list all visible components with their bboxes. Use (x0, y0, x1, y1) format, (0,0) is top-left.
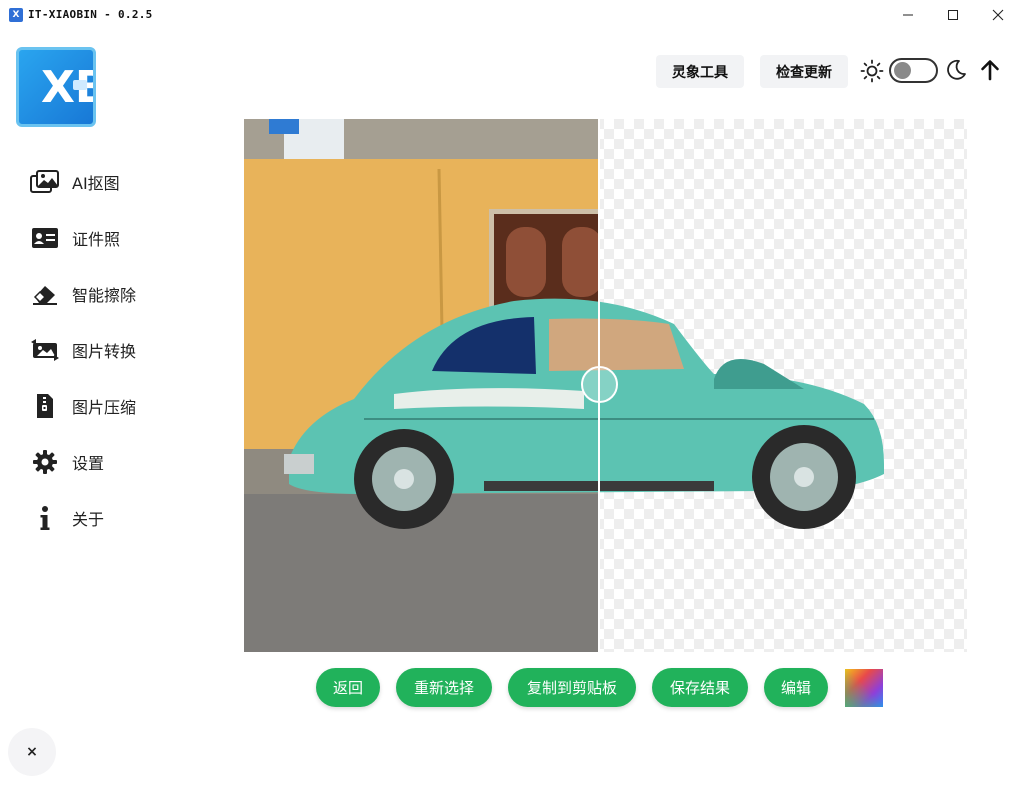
original-photo (244, 119, 599, 652)
compare-slider-handle[interactable] (581, 366, 618, 403)
sidebar-item-smart-erase[interactable]: 智能擦除 (28, 274, 198, 314)
sidebar-item-label: 图片转换 (72, 342, 137, 361)
close-window-button[interactable] (975, 0, 1021, 30)
minimize-button[interactable] (885, 0, 931, 30)
sidebar-item-ai-cutout[interactable]: AI抠图 (28, 162, 198, 202)
gear-icon (28, 447, 62, 477)
sidebar-item-image-convert[interactable]: 图片转换 (28, 330, 198, 370)
lingxiang-tools-button[interactable]: 灵象工具 (656, 55, 744, 88)
reselect-button[interactable]: 重新选择 (396, 668, 492, 707)
original-image (244, 119, 599, 652)
logo-letter: XB (41, 62, 93, 113)
background-color-picker[interactable] (845, 669, 883, 707)
app-logo: XB (16, 47, 96, 127)
save-result-button[interactable]: 保存结果 (652, 668, 748, 707)
eraser-icon (28, 279, 62, 309)
window-title: IT-XIAOBIN - 0.2.5 (28, 8, 153, 21)
logo-mark-right (73, 80, 87, 90)
minimize-icon (903, 14, 913, 16)
sidebar-item-image-compress[interactable]: 图片压缩 (28, 386, 198, 426)
sidebar-item-label: AI抠图 (72, 174, 120, 193)
sidebar-item-label: 关于 (72, 510, 105, 529)
sidebar-item-id-photo[interactable]: 证件照 (28, 218, 198, 258)
copy-to-clipboard-button[interactable]: 复制到剪贴板 (508, 668, 636, 707)
theme-toggle[interactable] (889, 58, 938, 83)
image-gallery-icon (28, 167, 62, 197)
sidebar-item-label: 图片压缩 (72, 398, 137, 417)
check-update-button[interactable]: 检查更新 (760, 55, 848, 88)
toggle-knob (894, 62, 911, 79)
moon-icon (947, 59, 966, 80)
file-zip-icon (28, 391, 62, 421)
image-compare-view[interactable] (244, 119, 967, 652)
close-panel-button[interactable]: × (8, 728, 56, 776)
arrow-up-icon[interactable] (978, 58, 1002, 82)
sidebar-item-label: 设置 (72, 454, 105, 473)
maximize-button[interactable] (930, 0, 976, 30)
edit-button[interactable]: 编辑 (764, 668, 828, 707)
image-convert-icon (28, 335, 62, 365)
title-bar: X IT-XIAOBIN - 0.2.5 (0, 0, 1021, 30)
app-icon: X (9, 8, 23, 22)
close-icon (992, 9, 1004, 21)
info-icon (28, 503, 62, 533)
sidebar-item-label: 证件照 (72, 230, 121, 249)
id-card-icon (28, 223, 62, 253)
maximize-icon (948, 10, 958, 20)
back-button[interactable]: 返回 (316, 668, 380, 707)
sidebar-item-label: 智能擦除 (72, 286, 137, 305)
sun-icon (860, 59, 884, 83)
sidebar-item-about[interactable]: 关于 (28, 498, 198, 538)
sidebar-item-settings[interactable]: 设置 (28, 442, 198, 482)
